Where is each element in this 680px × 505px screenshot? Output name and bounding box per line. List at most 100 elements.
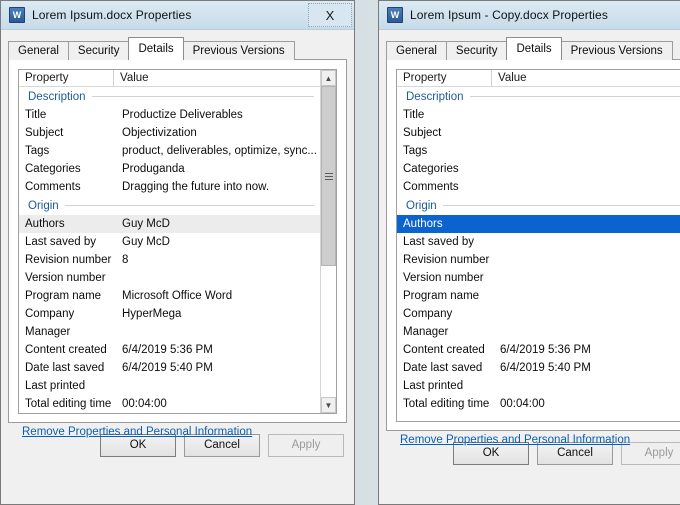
- property-name: Authors: [403, 218, 443, 230]
- property-row[interactable]: Date last saved 6/4/2019 5:40 PM: [397, 359, 680, 377]
- scrollbar-track[interactable]: [321, 86, 336, 397]
- property-name: Last saved by: [25, 236, 96, 248]
- titlebar-left: Lorem Ipsum.docx Properties X: [1, 1, 354, 30]
- property-row[interactable]: Date last saved 6/4/2019 5:40 PM: [19, 359, 320, 377]
- property-value[interactable]: 00:04:00: [492, 398, 680, 410]
- property-value[interactable]: 6/4/2019 5:36 PM: [114, 344, 320, 356]
- column-header-property: Property: [19, 70, 114, 86]
- property-row[interactable]: Subject: [397, 124, 680, 142]
- origin-rows-right: Authors Last saved by Revision number Versi…: [397, 215, 680, 413]
- grid-header-left: Property Value: [19, 70, 320, 87]
- tab-security[interactable]: Security: [67, 41, 130, 60]
- property-row[interactable]: Title: [397, 106, 680, 124]
- property-name: Last saved by: [403, 236, 474, 248]
- column-header-value: Value: [120, 72, 149, 84]
- property-value[interactable]: Guy McD: [114, 236, 320, 248]
- word-document-icon: [9, 7, 25, 23]
- property-name: Authors: [25, 218, 65, 230]
- property-row[interactable]: Last printed: [19, 377, 320, 395]
- close-icon[interactable]: X: [308, 3, 352, 27]
- grid-header-right: Property Value: [397, 70, 680, 87]
- property-name: Manager: [25, 326, 71, 338]
- origin-rows-left: Authors Guy McD Last saved by Guy McD Revisi…: [19, 215, 320, 413]
- column-header-property: Property: [397, 70, 492, 86]
- property-value[interactable]: HyperMega: [114, 308, 320, 320]
- tab-security[interactable]: Security: [445, 41, 508, 60]
- properties-window-left: Lorem Ipsum.docx Properties X General Se…: [0, 0, 355, 505]
- property-row[interactable]: Company: [397, 305, 680, 323]
- tab-details[interactable]: Details: [128, 37, 184, 60]
- property-value[interactable]: Productize Deliverables: [114, 109, 320, 121]
- tab-previous-versions[interactable]: Previous Versions: [182, 41, 295, 60]
- property-value[interactable]: 6/4/2019 5:40 PM: [492, 362, 680, 374]
- property-value[interactable]: 00:04:00: [114, 398, 320, 410]
- property-row[interactable]: Total editing time 00:04:00: [397, 395, 680, 413]
- screen: Lorem Ipsum.docx Properties X General Se…: [0, 0, 680, 505]
- tab-previous-versions[interactable]: Previous Versions: [560, 41, 673, 60]
- property-row[interactable]: Revision number 8: [19, 251, 320, 269]
- tab-details[interactable]: Details: [506, 37, 562, 60]
- link-row-left: Remove Properties and Personal Informati…: [18, 414, 337, 438]
- property-value[interactable]: Guy McD: [114, 218, 320, 230]
- property-value[interactable]: Objectivization: [114, 127, 320, 139]
- property-grid-right: Property Value Description Title Subject T…: [396, 69, 680, 422]
- property-row[interactable]: Total editing time 00:04:00: [19, 395, 320, 413]
- details-page-right: Property Value Description Title Subject T…: [386, 59, 680, 446]
- property-row[interactable]: Company HyperMega: [19, 305, 320, 323]
- property-row[interactable]: Last saved by: [397, 233, 680, 251]
- vertical-scrollbar-left[interactable]: ▲ ▼: [320, 70, 336, 413]
- remove-properties-link[interactable]: Remove Properties and Personal Informati…: [400, 434, 630, 446]
- tab-general[interactable]: General: [386, 41, 447, 60]
- property-row[interactable]: Tags product, deliverables, optimize, syn…: [19, 142, 320, 160]
- scroll-down-icon[interactable]: ▼: [321, 397, 336, 413]
- property-value[interactable]: product, deliverables, optimize, sync...: [114, 145, 320, 157]
- property-row[interactable]: Categories: [397, 160, 680, 178]
- property-row[interactable]: Program name: [397, 287, 680, 305]
- property-row[interactable]: Last printed: [397, 377, 680, 395]
- property-row[interactable]: Content created 6/4/2019 5:36 PM: [19, 341, 320, 359]
- property-row[interactable]: Manager: [19, 323, 320, 341]
- property-row[interactable]: Version number: [19, 269, 320, 287]
- remove-properties-link[interactable]: Remove Properties and Personal Informati…: [22, 426, 252, 438]
- word-document-icon: [387, 7, 403, 23]
- property-name: Tags: [25, 145, 50, 157]
- property-name: Company: [25, 308, 75, 320]
- section-label: Description: [406, 90, 464, 103]
- property-row[interactable]: Comments: [397, 178, 680, 196]
- property-value[interactable]: Microsoft Office Word: [114, 290, 320, 302]
- section-description-right: Description: [397, 87, 680, 106]
- property-value[interactable]: 6/4/2019 5:36 PM: [492, 344, 680, 356]
- section-description-left: Description: [19, 87, 320, 106]
- property-name: Company: [403, 308, 453, 320]
- property-value[interactable]: 6/4/2019 5:40 PM: [114, 362, 320, 374]
- section-rule: [469, 96, 680, 97]
- property-row[interactable]: Content created 6/4/2019 5:36 PM: [397, 341, 680, 359]
- property-row[interactable]: Revision number: [397, 251, 680, 269]
- property-row[interactable]: Comments Dragging the future into now.: [19, 178, 320, 196]
- property-name: Manager: [403, 326, 449, 338]
- property-row[interactable]: Title Productize Deliverables: [19, 106, 320, 124]
- property-row[interactable]: Manager: [397, 323, 680, 341]
- section-rule: [442, 205, 680, 206]
- property-name: Content created: [25, 344, 107, 356]
- section-label: Origin: [28, 199, 59, 212]
- section-label: Description: [28, 90, 86, 103]
- property-value[interactable]: Dragging the future into now.: [114, 181, 320, 193]
- property-row[interactable]: Authors Guy McD: [19, 215, 320, 233]
- property-row[interactable]: Authors: [397, 215, 680, 233]
- property-value[interactable]: 8: [114, 254, 320, 266]
- property-name: Tags: [403, 145, 428, 157]
- property-row[interactable]: Program name Microsoft Office Word: [19, 287, 320, 305]
- property-value[interactable]: Produganda: [114, 163, 320, 175]
- details-page-left: Property Value Description Title Producti…: [8, 59, 347, 438]
- tab-general[interactable]: General: [8, 41, 69, 60]
- property-row[interactable]: Tags: [397, 142, 680, 160]
- property-row[interactable]: Categories Produganda: [19, 160, 320, 178]
- scroll-up-icon[interactable]: ▲: [321, 70, 336, 86]
- property-row[interactable]: Last saved by Guy McD: [19, 233, 320, 251]
- scrollbar-thumb[interactable]: [321, 86, 336, 267]
- property-name: Title: [403, 109, 425, 121]
- property-row[interactable]: Subject Objectivization: [19, 124, 320, 142]
- properties-window-right: Lorem Ipsum - Copy.docx Properties Gener…: [378, 0, 680, 505]
- property-row[interactable]: Version number: [397, 269, 680, 287]
